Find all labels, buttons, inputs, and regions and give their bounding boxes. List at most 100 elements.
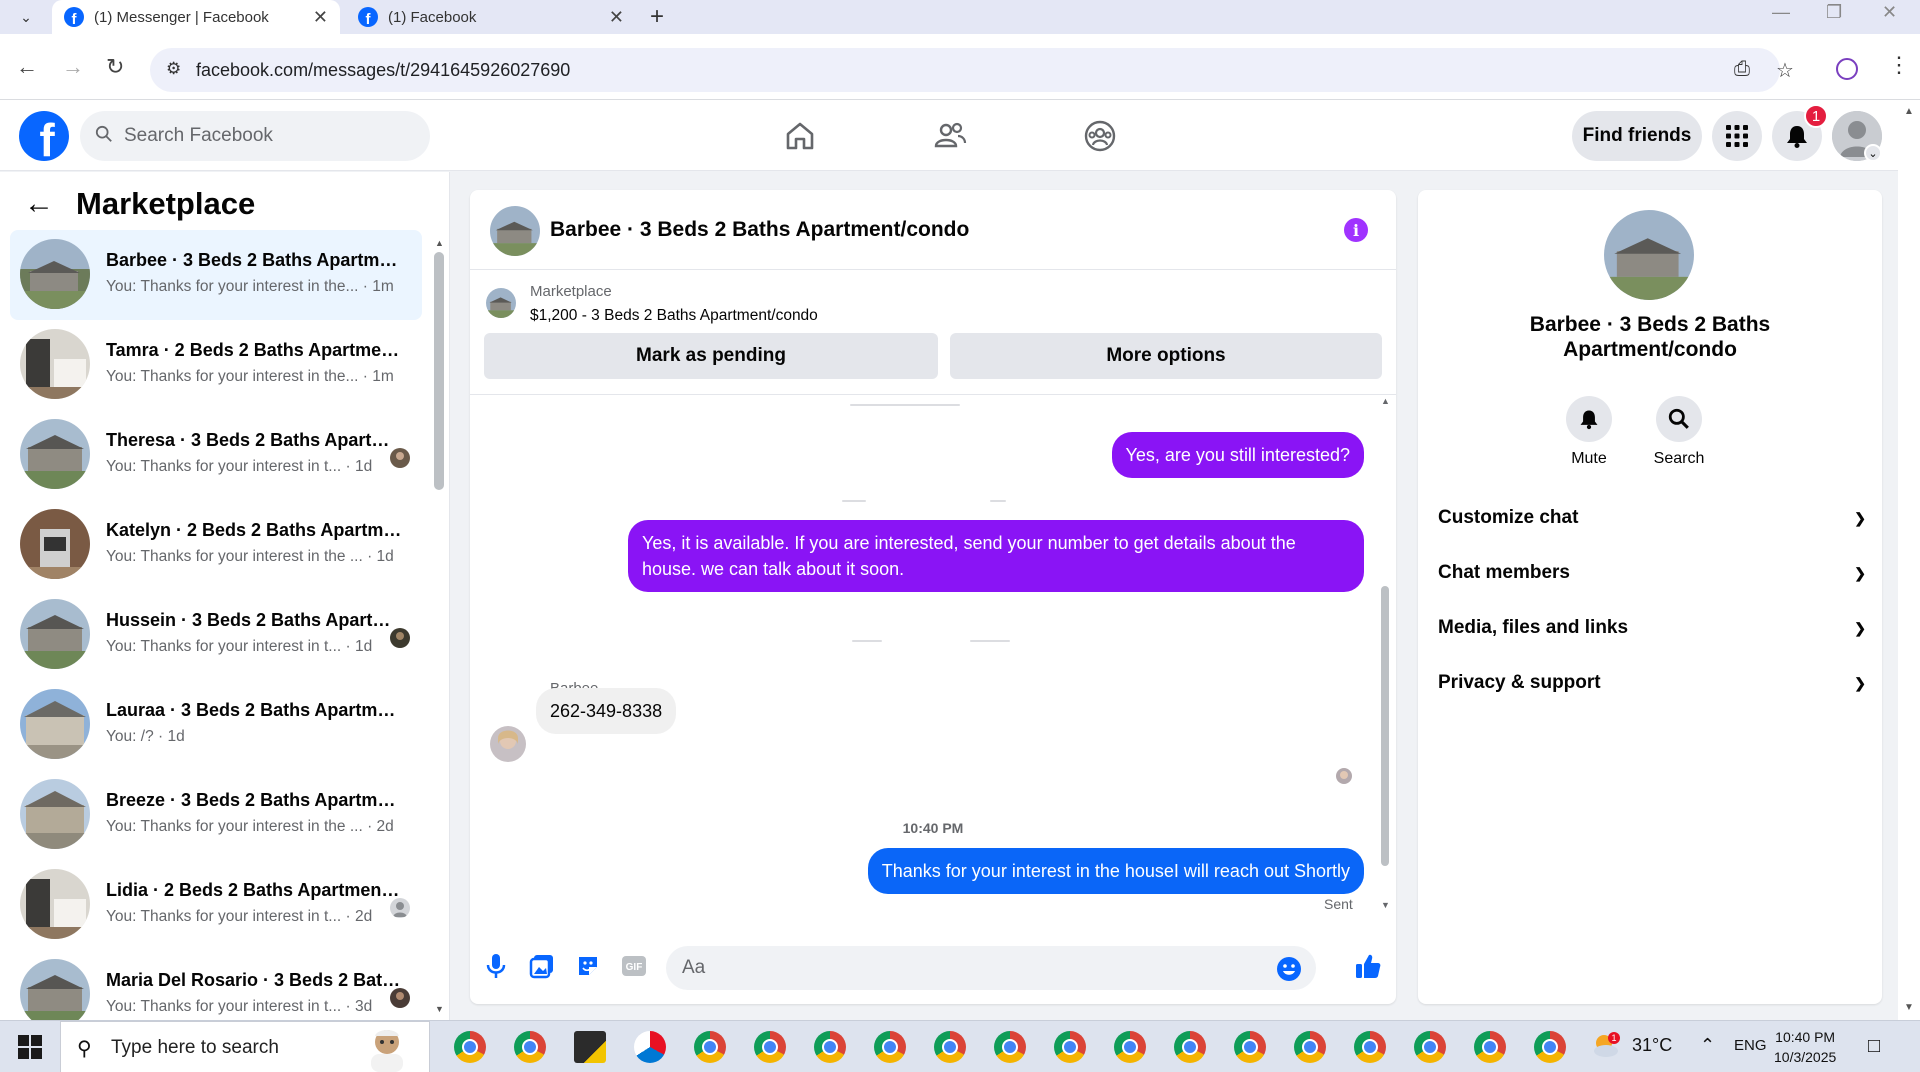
scroll-up-icon[interactable]: ▲ xyxy=(1904,106,1914,117)
taskbar-search-text[interactable]: Type here to search xyxy=(111,1037,279,1059)
chat-avatar[interactable] xyxy=(490,206,540,256)
chrome-app-icon[interactable] xyxy=(1354,1031,1386,1063)
language-indicator[interactable]: ENG xyxy=(1734,1037,1767,1054)
chrome-app-icon[interactable] xyxy=(1414,1031,1446,1063)
message-input-box[interactable] xyxy=(666,946,1316,990)
message-input[interactable] xyxy=(682,946,1242,990)
find-friends-button[interactable]: Find friends xyxy=(1572,111,1702,161)
chrome-app-icon[interactable] xyxy=(1234,1031,1266,1063)
chat-members-row[interactable]: Chat members ❯ xyxy=(1438,553,1866,593)
chrome-app-icon[interactable] xyxy=(454,1031,486,1063)
facebook-logo[interactable]: f xyxy=(19,111,69,161)
page-scrollbar[interactable]: ▲ ▼ xyxy=(1898,100,1920,1020)
scroll-down-icon[interactable]: ▼ xyxy=(1904,1002,1914,1013)
reload-icon[interactable]: ↻ xyxy=(106,54,124,80)
conversation-item[interactable]: Hussein · 3 Beds 2 Baths Apartment/condo… xyxy=(10,590,422,680)
close-tab-icon[interactable]: ✕ xyxy=(609,7,624,28)
taskbar-search[interactable]: ⚲ Type here to search xyxy=(60,1021,430,1072)
groups-icon[interactable] xyxy=(1082,118,1118,154)
chrome-app-icon[interactable] xyxy=(1114,1031,1146,1063)
bookmark-star-icon[interactable]: ☆ xyxy=(1776,58,1794,83)
listing-price[interactable]: $1,200 - 3 Beds 2 Baths Apartment/condo xyxy=(530,307,818,325)
tab-messenger[interactable]: f (1) Messenger | Facebook ✕ xyxy=(52,0,340,34)
sidebar-scrollbar[interactable] xyxy=(434,252,444,490)
taskbar-clock[interactable]: 10:40 PM 10/3/2025 xyxy=(1774,1027,1836,1067)
scroll-down-icon[interactable]: ▼ xyxy=(435,1004,444,1014)
conversation-item[interactable]: Theresa · 3 Beds 2 Baths Apartment/condo… xyxy=(10,410,422,500)
weather-icon[interactable]: 1 xyxy=(1590,1031,1620,1066)
chrome-app-icon[interactable] xyxy=(514,1031,546,1063)
conversation-item[interactable]: Maria Del Rosario · 3 Beds 2 Baths Apart… xyxy=(10,950,422,1020)
conversation-item[interactable]: Lidia · 2 Beds 2 Baths Apartment/condo Y… xyxy=(10,860,422,950)
sticker-icon[interactable] xyxy=(574,952,602,980)
chrome-app-icon[interactable] xyxy=(994,1031,1026,1063)
minimize-button[interactable]: — xyxy=(1772,2,1790,23)
scroll-up-icon[interactable]: ▲ xyxy=(1381,396,1390,406)
browser-menu-icon[interactable]: ⋮ xyxy=(1888,52,1910,78)
windows-start-icon[interactable] xyxy=(18,1035,42,1059)
more-options-button[interactable]: More options xyxy=(950,333,1382,379)
address-bar[interactable]: ⚙ facebook.com/messages/t/29416459260276… xyxy=(150,48,1794,92)
search-icon[interactable] xyxy=(1656,396,1702,442)
chrome-app-icon[interactable] xyxy=(1294,1031,1326,1063)
profile-icon[interactable] xyxy=(1836,58,1858,80)
new-tab-button[interactable]: + xyxy=(650,3,664,31)
url-text[interactable]: facebook.com/messages/t/2941645926027690 xyxy=(196,60,570,81)
chat-title[interactable]: Barbee · 3 Beds 2 Baths Apartment/condo xyxy=(550,218,969,242)
weather-temperature[interactable]: 31°C xyxy=(1632,1035,1672,1056)
info-avatar[interactable] xyxy=(1604,210,1694,300)
conversation-item[interactable]: Breeze · 3 Beds 2 Baths Apartment/condo … xyxy=(10,770,422,860)
mark-as-pending-button[interactable]: Mark as pending xyxy=(484,333,938,379)
close-tab-icon[interactable]: ✕ xyxy=(313,7,328,28)
chevron-down-icon[interactable]: ⌄ xyxy=(1864,144,1882,162)
conversation-item[interactable]: Barbee · 3 Beds 2 Baths Apartment/condo … xyxy=(10,230,422,320)
chrome-app-icon[interactable] xyxy=(874,1031,906,1063)
microphone-icon[interactable] xyxy=(482,952,510,980)
forward-icon[interactable]: → xyxy=(62,54,84,80)
gif-icon[interactable]: GIF xyxy=(620,952,648,980)
friends-icon[interactable] xyxy=(932,118,968,154)
site-settings-icon[interactable]: ⚙ xyxy=(166,59,181,79)
back-arrow-icon[interactable]: ← xyxy=(24,187,54,221)
conversation-item[interactable]: Tamra · 2 Beds 2 Baths Apartment/condo Y… xyxy=(10,320,422,410)
bell-icon[interactable] xyxy=(1566,396,1612,442)
chrome-app-icon[interactable] xyxy=(1474,1031,1506,1063)
listing-thumbnail[interactable] xyxy=(486,288,516,318)
info-icon[interactable]: i xyxy=(1344,218,1368,242)
restore-button[interactable]: ❐ xyxy=(1826,2,1842,23)
snipping-tool-app-icon[interactable] xyxy=(634,1031,666,1063)
conversation-item[interactable]: Lauraa · 3 Beds 2 Baths Apartment/condo … xyxy=(10,680,422,770)
tab-facebook[interactable]: f (1) Facebook ✕ xyxy=(346,0,636,34)
outgoing-message[interactable]: Yes, are you still interested? xyxy=(1111,432,1364,478)
home-icon[interactable] xyxy=(782,118,818,154)
menu-button[interactable] xyxy=(1712,111,1762,161)
chrome-app-icon[interactable] xyxy=(934,1031,966,1063)
chrome-app-icon[interactable] xyxy=(694,1031,726,1063)
search-action[interactable]: Search xyxy=(1634,396,1724,468)
customize-chat-row[interactable]: Customize chat ❯ xyxy=(1438,498,1866,538)
thumbs-up-icon[interactable] xyxy=(1354,952,1382,980)
scroll-down-icon[interactable]: ▼ xyxy=(1381,900,1390,910)
facebook-search[interactable] xyxy=(80,111,430,161)
chrome-app-icon[interactable] xyxy=(814,1031,846,1063)
incoming-message[interactable]: 262-349-8338 xyxy=(536,688,677,734)
install-app-icon[interactable]: ⎙ xyxy=(1734,58,1750,81)
chrome-app-icon[interactable] xyxy=(1534,1031,1566,1063)
chrome-app-icon[interactable] xyxy=(1054,1031,1086,1063)
tab-search-button[interactable]: ⌄ xyxy=(8,5,44,29)
media-files-links-row[interactable]: Media, files and links ❯ xyxy=(1438,608,1866,648)
sticky-notes-app-icon[interactable] xyxy=(574,1031,606,1063)
scroll-up-icon[interactable]: ▲ xyxy=(435,238,444,248)
search-input[interactable] xyxy=(124,111,414,161)
chrome-app-icon[interactable] xyxy=(1174,1031,1206,1063)
conversation-item[interactable]: Katelyn · 2 Beds 2 Baths Apartment/condo… xyxy=(10,500,422,590)
close-window-button[interactable]: ✕ xyxy=(1882,2,1897,23)
mute-action[interactable]: Mute xyxy=(1544,396,1634,468)
notification-center-icon[interactable]: □ xyxy=(1868,1035,1880,1058)
chat-scrollbar[interactable]: ▲ ▼ xyxy=(1380,396,1390,928)
photo-icon[interactable] xyxy=(528,952,556,980)
chrome-app-icon[interactable] xyxy=(754,1031,786,1063)
outgoing-message[interactable]: Yes, it is available. If you are interes… xyxy=(628,520,1364,592)
emoji-icon[interactable] xyxy=(1276,956,1302,982)
privacy-support-row[interactable]: Privacy & support ❯ xyxy=(1438,663,1866,703)
